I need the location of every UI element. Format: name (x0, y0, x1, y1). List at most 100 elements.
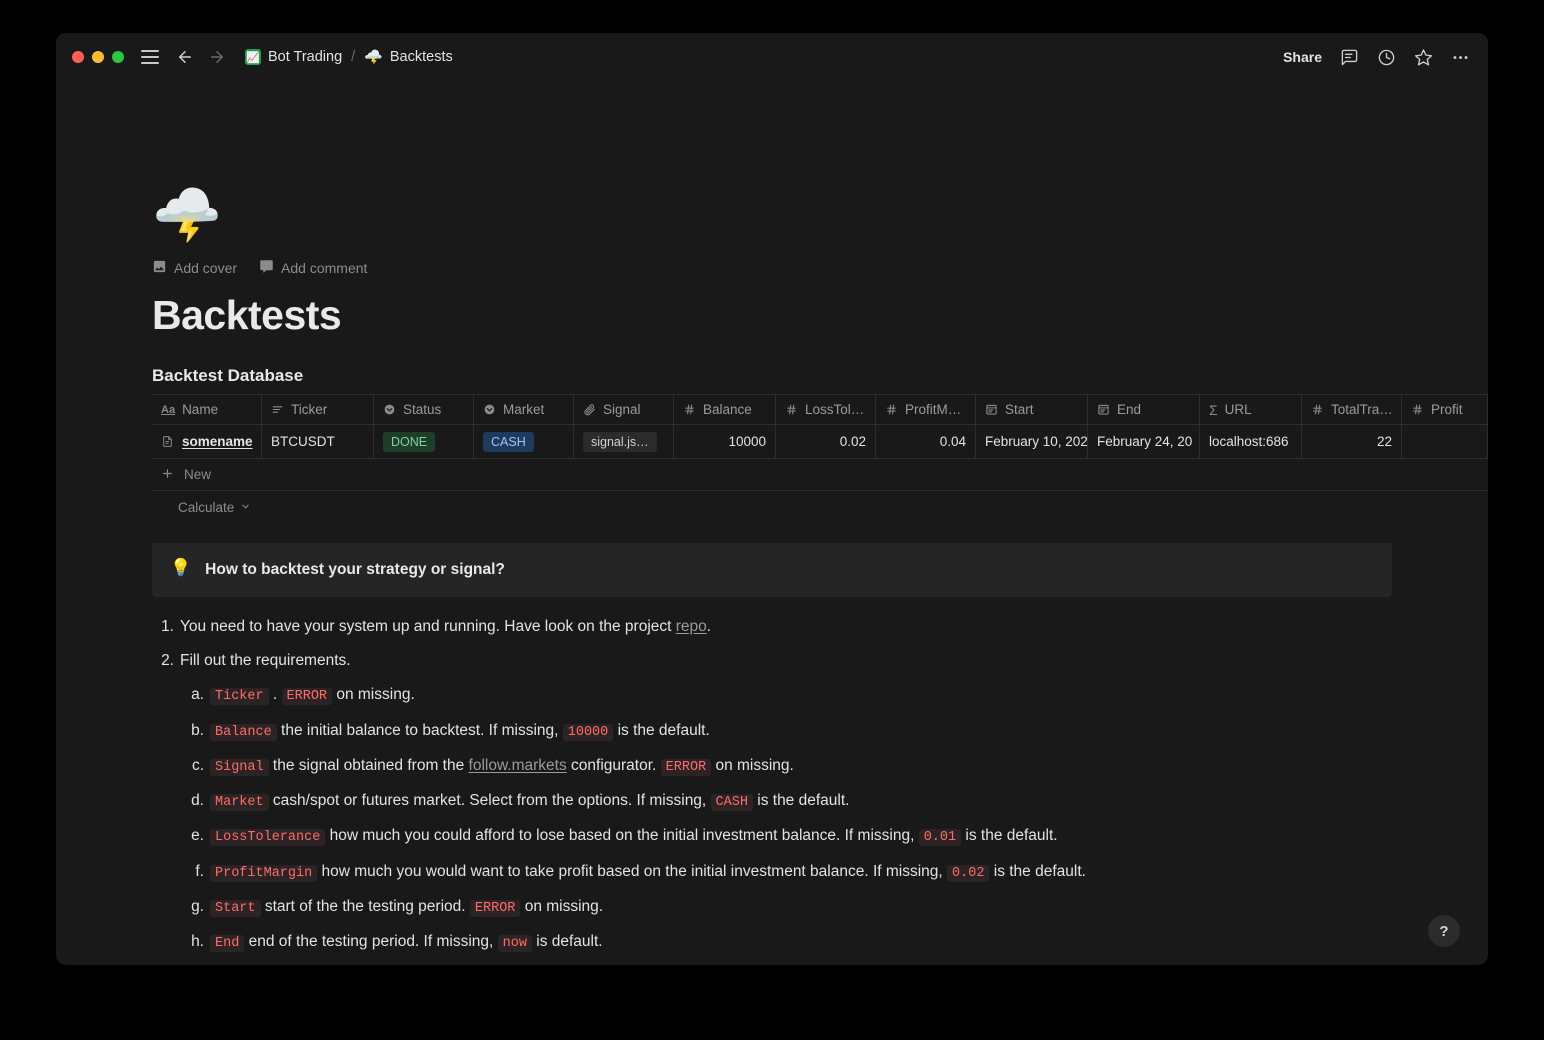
cell-name[interactable]: somename (152, 425, 262, 460)
list-marker: h. (191, 933, 204, 951)
arrow-right-icon[interactable] (207, 47, 227, 67)
inline-code: ERROR (660, 758, 712, 776)
minimize-window-button[interactable] (92, 51, 104, 63)
hamburger-icon[interactable] (141, 50, 159, 64)
traffic-lights (72, 51, 124, 63)
inline-code: Signal (210, 758, 269, 776)
callout-block: 💡 How to backtest your strategy or signa… (152, 543, 1392, 597)
inline-code: Start (210, 899, 261, 917)
list-marker: e. (191, 827, 204, 845)
number-icon (1311, 403, 1324, 416)
add-cover-button[interactable]: Add cover (152, 259, 237, 277)
column-header-profit[interactable]: Profit (1402, 395, 1488, 426)
inline-text: on missing. (520, 897, 604, 915)
inline-link[interactable]: follow.markets (469, 757, 567, 774)
formula-icon: Σ (1209, 401, 1218, 418)
column-header-label: Name (182, 402, 219, 418)
column-header-url[interactable]: Σ URL (1200, 395, 1302, 426)
inline-text: cash/spot or futures market. Select from… (268, 792, 711, 810)
inline-text: is the default. (989, 862, 1086, 880)
cell-balance[interactable]: 10000 (674, 425, 776, 460)
share-button[interactable]: Share (1283, 49, 1322, 65)
maximize-window-button[interactable] (112, 51, 124, 63)
chart-increasing-icon: 📈 (245, 49, 261, 65)
column-header-label: Profit (1431, 402, 1463, 418)
cell-signal[interactable]: signal.js… (574, 425, 674, 460)
titlebar-actions: Share (1283, 48, 1470, 67)
breadcrumb-separator: / (351, 49, 356, 65)
date-icon (985, 403, 998, 416)
cell-profit[interactable] (1402, 425, 1488, 460)
new-row-button[interactable]: New (152, 459, 1488, 492)
add-comment-button[interactable]: Add comment (259, 259, 367, 277)
inline-code: Ticker (210, 688, 269, 706)
inline-text: configurator. (566, 756, 661, 774)
comment-icon[interactable] (1340, 48, 1359, 67)
column-header-balance[interactable]: Balance (674, 395, 776, 426)
column-header-profitm[interactable]: ProfitM… (876, 395, 976, 426)
signal-file-chip[interactable]: signal.js… (583, 431, 657, 452)
page-title[interactable]: Backtests (152, 292, 1448, 338)
inline-text: the signal obtained from the (268, 756, 469, 774)
cell-ticker[interactable]: BTCUSDT (262, 425, 374, 460)
inline-text: . (268, 686, 282, 704)
inline-text: the initial balance to backtest. If miss… (276, 721, 563, 739)
market-badge: CASH (483, 431, 534, 452)
breadcrumb-item-bot-trading[interactable]: 📈 Bot Trading (245, 49, 342, 65)
inline-text: is default. (531, 933, 603, 951)
column-header-label: Balance (703, 402, 752, 418)
cell-status[interactable]: DONE (374, 425, 474, 460)
inline-code: ProfitMargin (210, 864, 318, 882)
inline-text: on missing. (711, 756, 794, 774)
breadcrumb-item-backtests[interactable]: 🌩️ Backtests (364, 49, 453, 65)
history-icon[interactable] (1377, 48, 1396, 67)
inline-text: is the default. (752, 792, 850, 810)
sub-instruction-item: e. LossTolerance how much you could affor… (191, 824, 1448, 848)
help-button[interactable]: ? (1428, 915, 1460, 947)
cell-loss-tolerance[interactable]: 0.02 (776, 425, 876, 460)
list-marker: g. (191, 897, 204, 915)
cell-profit-margin[interactable]: 0.04 (876, 425, 976, 460)
light-bulb-icon: 💡 (170, 558, 192, 578)
column-header-losstol[interactable]: LossTol… (776, 395, 876, 426)
cell-start[interactable]: February 10, 202 (976, 425, 1088, 460)
list-marker: 2. (161, 652, 174, 670)
inline-text: how much you would want to take profit b… (317, 862, 948, 880)
title-icon: Aa (161, 403, 176, 416)
inline-link[interactable]: repo (676, 618, 707, 635)
table-header-row: Aa Name Ticker Status Market Signal Balance Los… (152, 395, 1488, 426)
column-header-label: LossTol… (805, 402, 865, 418)
inline-code: LossTolerance (210, 829, 326, 847)
column-header-market[interactable]: Market (474, 395, 574, 426)
close-window-button[interactable] (72, 51, 84, 63)
column-header-end[interactable]: End (1088, 395, 1200, 426)
column-header-signal[interactable]: Signal (574, 395, 674, 426)
cell-market[interactable]: CASH (474, 425, 574, 460)
database-title[interactable]: Backtest Database (152, 366, 1448, 386)
column-header-label: End (1117, 402, 1142, 418)
number-icon (885, 403, 898, 416)
table-row[interactable]: somename BTCUSDT DONE CASH signal.js… 10000 0.… (152, 425, 1488, 460)
cell-end[interactable]: February 24, 20 (1088, 425, 1200, 460)
column-header-label: Signal (603, 402, 641, 418)
cell-total-trades[interactable]: 22 (1302, 425, 1402, 460)
column-header-ticker[interactable]: Ticker (262, 395, 374, 426)
column-header-status[interactable]: Status (374, 395, 474, 426)
page-icon[interactable]: 🌩️ (152, 187, 224, 243)
star-icon[interactable] (1414, 48, 1433, 67)
calculate-button[interactable]: Calculate (152, 491, 1448, 523)
cell-url[interactable]: localhost:686 (1200, 425, 1302, 460)
inline-code: ERROR (469, 899, 521, 917)
instruction-item: 2. Fill out the requirements. a. Ticker . E… (161, 649, 1448, 954)
column-header-totaltra[interactable]: TotalTra… (1302, 395, 1402, 426)
column-header-start[interactable]: Start (976, 395, 1088, 426)
column-header-name[interactable]: Aa Name (152, 395, 262, 426)
inline-code: ERROR (281, 688, 333, 706)
page-icon (161, 435, 174, 448)
inline-text: how much you could afford to lose based … (325, 827, 919, 845)
arrow-left-icon[interactable] (175, 47, 195, 67)
list-marker: 1. (161, 617, 174, 635)
inline-code: End (210, 935, 245, 953)
sub-instructions-list: a. Ticker . ERROR on missing. b. Balance th… (180, 683, 1448, 954)
more-icon[interactable] (1451, 48, 1470, 67)
